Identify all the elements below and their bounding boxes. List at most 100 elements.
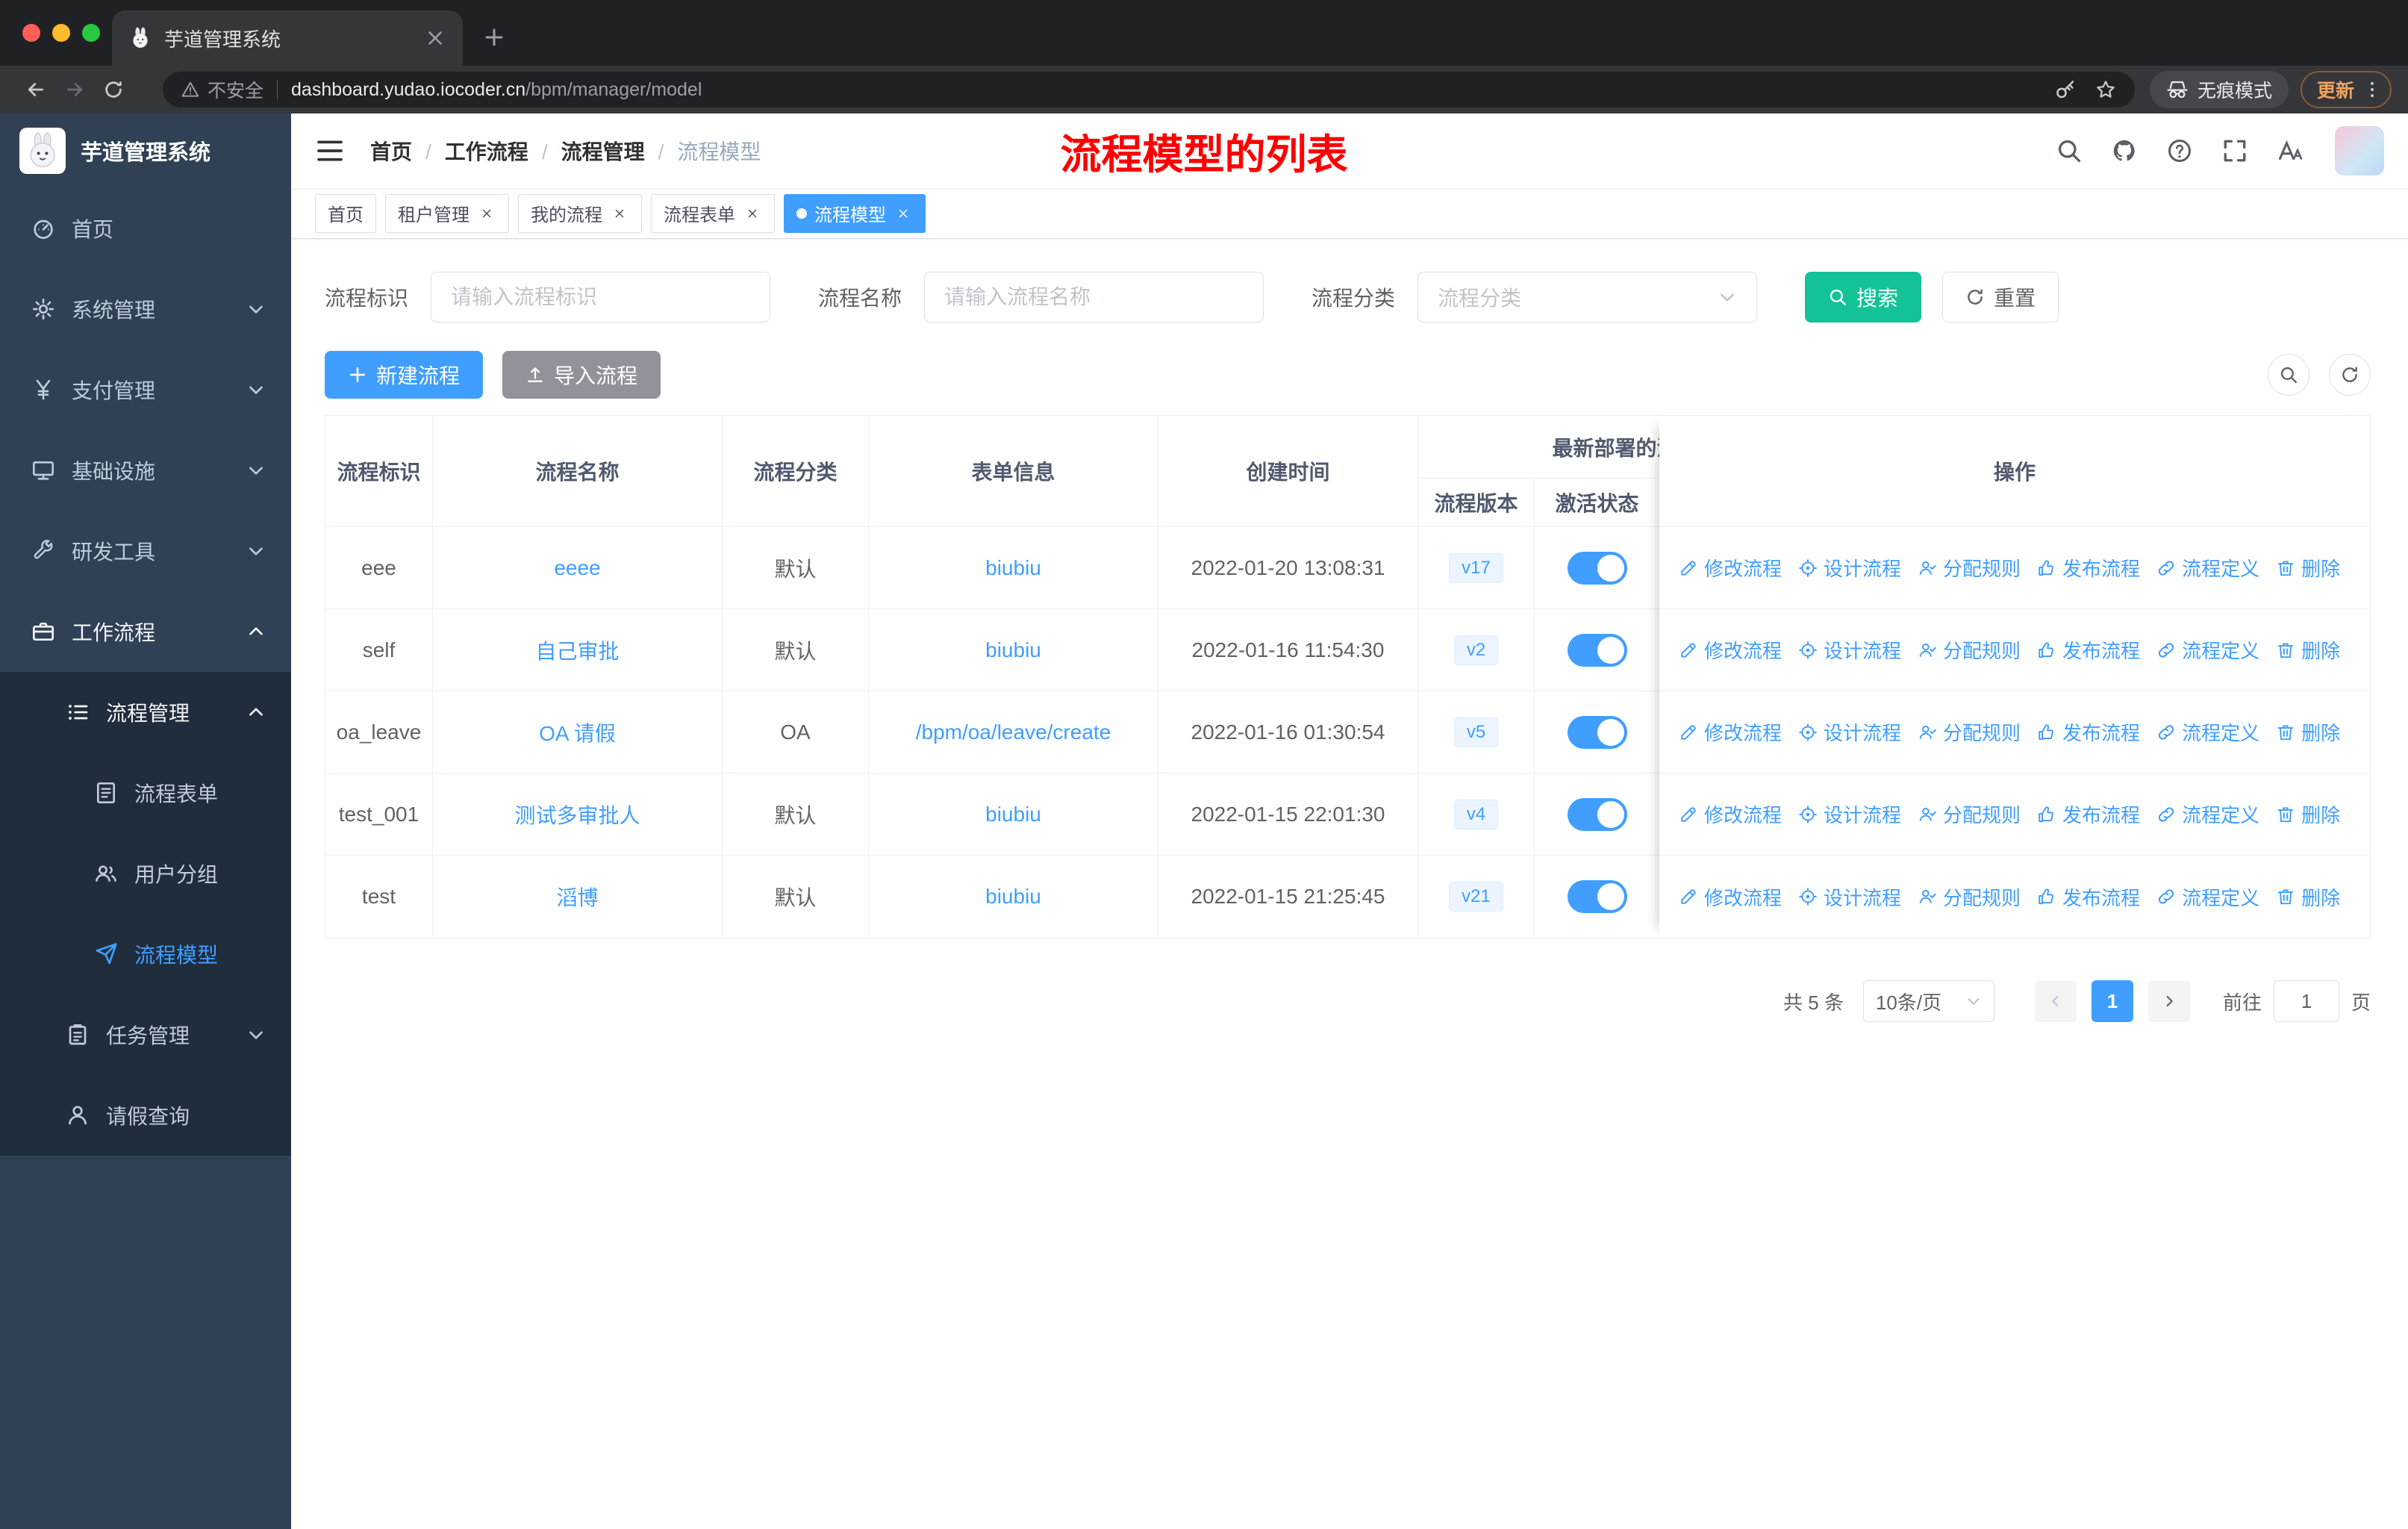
action-edit[interactable]: 修改流程 [1679, 883, 1782, 911]
tag-close-icon[interactable] [477, 204, 496, 223]
avatar[interactable] [2335, 126, 2384, 175]
traffic-light-zoom[interactable] [82, 24, 100, 42]
active-toggle[interactable] [1567, 880, 1627, 913]
toggle-search-button[interactable] [2268, 354, 2309, 396]
traffic-light-close[interactable] [22, 24, 40, 42]
hamburger-icon[interactable] [315, 136, 345, 166]
address-bar[interactable]: 不安全 dashboard.yudao.iocoder.cn /bpm/mana… [163, 72, 2135, 108]
view-tag-my-process[interactable]: 我的流程 [518, 193, 642, 233]
security-indicator[interactable]: 不安全 [181, 76, 263, 103]
action-delete[interactable]: 删除 [2276, 554, 2340, 582]
form-info-link[interactable]: biubiu [985, 885, 1041, 909]
tag-close-icon[interactable] [743, 204, 762, 223]
search-field-box[interactable] [924, 272, 1264, 323]
form-info-link[interactable]: biubiu [985, 638, 1041, 662]
action-definition[interactable]: 流程定义 [2156, 554, 2259, 582]
action-assign[interactable]: 分配规则 [1918, 718, 2021, 746]
active-toggle[interactable] [1567, 797, 1627, 831]
active-toggle[interactable] [1567, 715, 1627, 749]
process-key-input[interactable] [451, 285, 751, 309]
action-edit[interactable]: 修改流程 [1679, 554, 1782, 582]
action-publish[interactable]: 发布流程 [2037, 883, 2140, 911]
view-tag-process-model[interactable]: 流程模型 [784, 193, 926, 233]
action-delete[interactable]: 删除 [2276, 800, 2340, 828]
form-info-link[interactable]: biubiu [985, 556, 1041, 580]
action-edit[interactable]: 修改流程 [1679, 800, 1782, 828]
action-assign[interactable]: 分配规则 [1918, 636, 2021, 664]
sidebar-item-payment[interactable]: 支付管理 [0, 349, 291, 430]
browser-tab[interactable]: 芋道管理系统 [112, 10, 463, 66]
import-process-button[interactable]: 导入流程 [502, 351, 661, 399]
view-tag-home[interactable]: 首页 [315, 193, 376, 233]
sidebar-item-system[interactable]: 系统管理 [0, 269, 291, 349]
action-publish[interactable]: 发布流程 [2037, 636, 2140, 664]
current-page[interactable]: 1 [2091, 980, 2133, 1022]
search-button[interactable]: 搜索 [1805, 272, 1922, 323]
prev-page-button[interactable] [2034, 980, 2077, 1022]
password-key-icon[interactable] [2054, 78, 2077, 101]
process-name-link[interactable]: eeee [554, 556, 600, 580]
refresh-table-button[interactable] [2329, 354, 2371, 396]
sidebar-item-user-group[interactable]: 用户分组 [0, 833, 291, 914]
sidebar-item-infra[interactable]: 基础设施 [0, 430, 291, 511]
github-icon[interactable] [2111, 137, 2138, 164]
process-name-link[interactable]: OA 请假 [539, 717, 616, 747]
sidebar-item-leave-query[interactable]: 请假查询 [0, 1075, 291, 1156]
tab-close-icon[interactable] [424, 27, 446, 49]
back-button[interactable] [16, 70, 55, 109]
search-icon[interactable] [2056, 137, 2083, 164]
traffic-light-minimize[interactable] [52, 24, 70, 42]
action-publish[interactable]: 发布流程 [2037, 718, 2140, 746]
next-page-button[interactable] [2147, 980, 2190, 1022]
breadcrumb-item[interactable]: 流程管理 [561, 136, 678, 166]
action-definition[interactable]: 流程定义 [2156, 883, 2259, 911]
action-definition[interactable]: 流程定义 [2156, 800, 2259, 828]
action-definition[interactable]: 流程定义 [2156, 718, 2259, 746]
create-process-button[interactable]: 新建流程 [325, 351, 484, 399]
view-tag-tenant[interactable]: 租户管理 [385, 193, 509, 233]
tag-close-icon[interactable] [610, 204, 629, 223]
breadcrumb-item[interactable]: 工作流程 [445, 136, 561, 166]
process-name-input[interactable] [944, 285, 1244, 309]
process-name-link[interactable]: 滔博 [556, 882, 598, 912]
reset-button[interactable]: 重置 [1942, 272, 2059, 323]
fullscreen-icon[interactable] [2221, 137, 2248, 164]
font-size-icon[interactable] [2277, 137, 2303, 164]
breadcrumb-item[interactable]: 首页 [370, 136, 445, 166]
sidebar-item-home[interactable]: 首页 [0, 188, 291, 269]
forward-button[interactable] [55, 70, 94, 109]
process-name-link[interactable]: 自己审批 [535, 635, 619, 665]
action-publish[interactable]: 发布流程 [2037, 554, 2140, 582]
menu-dots-icon[interactable] [2362, 79, 2383, 100]
action-assign[interactable]: 分配规则 [1918, 800, 2021, 828]
help-icon[interactable] [2166, 137, 2193, 164]
action-publish[interactable]: 发布流程 [2037, 800, 2140, 828]
sidebar-item-task-manage[interactable]: 任务管理 [0, 994, 291, 1075]
tag-close-icon[interactable] [893, 204, 913, 223]
action-design[interactable]: 设计流程 [1798, 718, 1901, 746]
action-edit[interactable]: 修改流程 [1679, 718, 1782, 746]
action-assign[interactable]: 分配规则 [1918, 554, 2021, 582]
page-size-select[interactable]: 10条/页 [1862, 980, 1994, 1022]
goto-page-input[interactable] [2273, 980, 2339, 1022]
sidebar-item-process-manage[interactable]: 流程管理 [0, 672, 291, 753]
app-logo[interactable]: 芋道管理系统 [0, 113, 291, 188]
action-definition[interactable]: 流程定义 [2156, 636, 2259, 664]
action-design[interactable]: 设计流程 [1798, 800, 1901, 828]
search-field-box[interactable] [431, 272, 771, 323]
action-delete[interactable]: 删除 [2276, 636, 2340, 664]
reload-button[interactable] [94, 70, 133, 109]
action-edit[interactable]: 修改流程 [1679, 636, 1782, 664]
sidebar-item-workflow[interactable]: 工作流程 [0, 591, 291, 672]
sidebar-item-process-form[interactable]: 流程表单 [0, 753, 291, 833]
action-delete[interactable]: 删除 [2276, 883, 2340, 911]
view-tag-process-form[interactable]: 流程表单 [651, 193, 775, 233]
action-design[interactable]: 设计流程 [1798, 883, 1901, 911]
update-button[interactable]: 更新 [2300, 71, 2392, 108]
process-category-select[interactable]: 流程分类 [1417, 272, 1758, 323]
active-toggle[interactable] [1567, 551, 1627, 585]
action-assign[interactable]: 分配规则 [1918, 883, 2021, 911]
active-toggle[interactable] [1567, 633, 1627, 667]
bookmark-star-icon[interactable] [2094, 78, 2117, 101]
form-info-link[interactable]: /bpm/oa/leave/create [916, 720, 1111, 744]
